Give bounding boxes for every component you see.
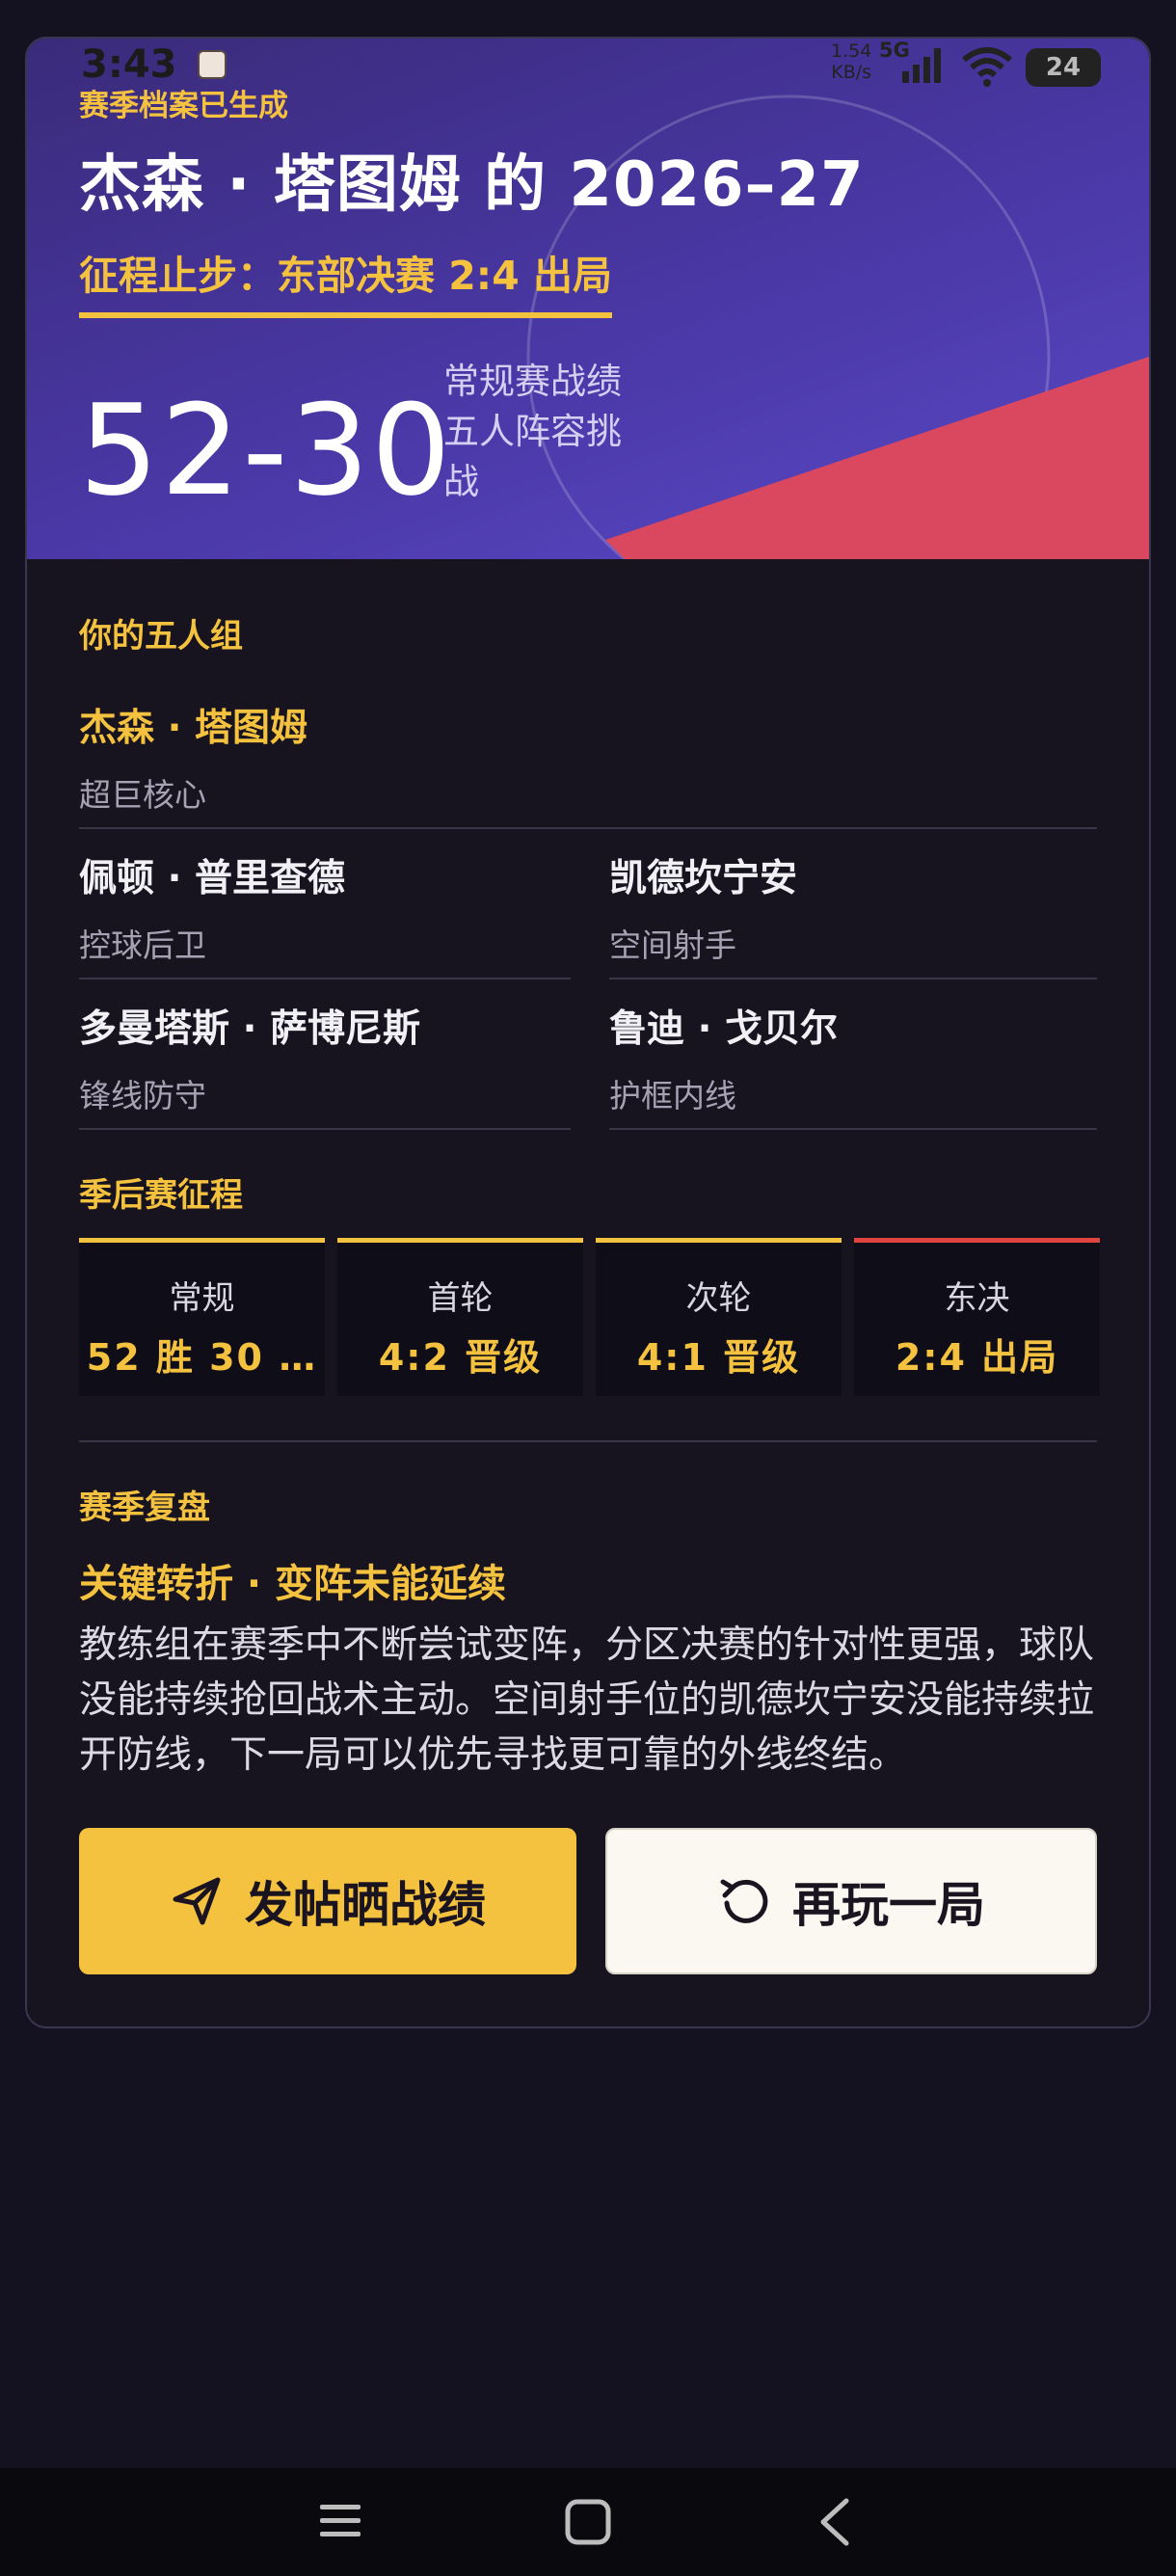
stage-round-1: 首轮 4:2 晋级 [337, 1238, 583, 1396]
menu-icon[interactable] [316, 2497, 364, 2545]
star-player-role: 超巨核心 [79, 776, 206, 814]
status-bar: 3:43 1.54 KB/s 5G 24 [0, 0, 1176, 116]
review-heading: 赛季复盘 [79, 1489, 210, 1527]
divider [609, 978, 1097, 979]
back-icon[interactable] [815, 2497, 854, 2547]
review-key-turn: 关键转折 · 变阵未能延续 [79, 1562, 507, 1606]
stage-conference-finals: 东决 2:4 出局 [854, 1238, 1100, 1396]
lineup-heading: 你的五人组 [79, 617, 243, 656]
wifi-icon [962, 47, 1012, 87]
share-button-label: 发帖晒战绩 [245, 1877, 486, 1933]
stage-regular: 常规 52 胜 30 … [79, 1238, 325, 1396]
system-nav-bar [0, 2468, 1176, 2576]
player-name: 鲁迪 · 戈贝尔 [609, 1007, 838, 1051]
divider [79, 1128, 571, 1130]
record-label: 常规赛战绩 五人阵容挑战 [443, 361, 622, 502]
notification-avatar-icon [198, 50, 227, 79]
playoffs-heading: 季后赛征程 [79, 1176, 243, 1215]
divider [79, 978, 571, 979]
player-name: 佩顿 · 普里查德 [79, 857, 345, 900]
battery-icon: 24 [1026, 48, 1101, 87]
player-role: 控球后卫 [79, 926, 206, 964]
signal-icon [902, 48, 941, 83]
stage-round-2: 次轮 4:1 晋级 [596, 1238, 842, 1396]
hero-banner: 赛季档案已生成 杰森 · 塔图姆 的 2026–27 征程止步：东部决赛 2:4… [27, 39, 1149, 559]
review-body: 教练组在赛季中不断尝试变阵，分区决赛的针对性更强，球队没能持续抢回战术主动。空间… [79, 1623, 1095, 1777]
elimination-subtitle: 征程止步：东部决赛 2:4 出局 [79, 243, 612, 318]
replay-icon [720, 1879, 768, 1923]
star-player-name: 杰森 · 塔图姆 [79, 707, 307, 750]
season-record: 52-30 [79, 377, 453, 523]
player-role: 护框内线 [609, 1077, 736, 1114]
page-title: 杰森 · 塔图姆 的 2026–27 [79, 149, 865, 221]
player-name: 凯德坎宁安 [609, 857, 798, 900]
replay-button-label: 再玩一局 [792, 1877, 985, 1933]
player-role: 锋线防守 [79, 1077, 206, 1114]
replay-button[interactable]: 再玩一局 [605, 1828, 1097, 1974]
player-name: 多曼塔斯 · 萨博尼斯 [79, 1007, 420, 1051]
status-time: 3:43 [81, 42, 177, 87]
net-speed: 1.54 KB/s [831, 40, 872, 83]
divider [79, 1440, 1097, 1442]
season-report-card: 赛季档案已生成 杰森 · 塔图姆 的 2026–27 征程止步：东部决赛 2:4… [25, 37, 1151, 2028]
home-icon[interactable] [563, 2497, 613, 2547]
share-button[interactable]: 发帖晒战绩 [79, 1828, 576, 1974]
player-role: 空间射手 [609, 926, 736, 964]
divider [609, 1128, 1097, 1130]
send-icon [173, 1877, 221, 1925]
divider [79, 827, 1097, 829]
